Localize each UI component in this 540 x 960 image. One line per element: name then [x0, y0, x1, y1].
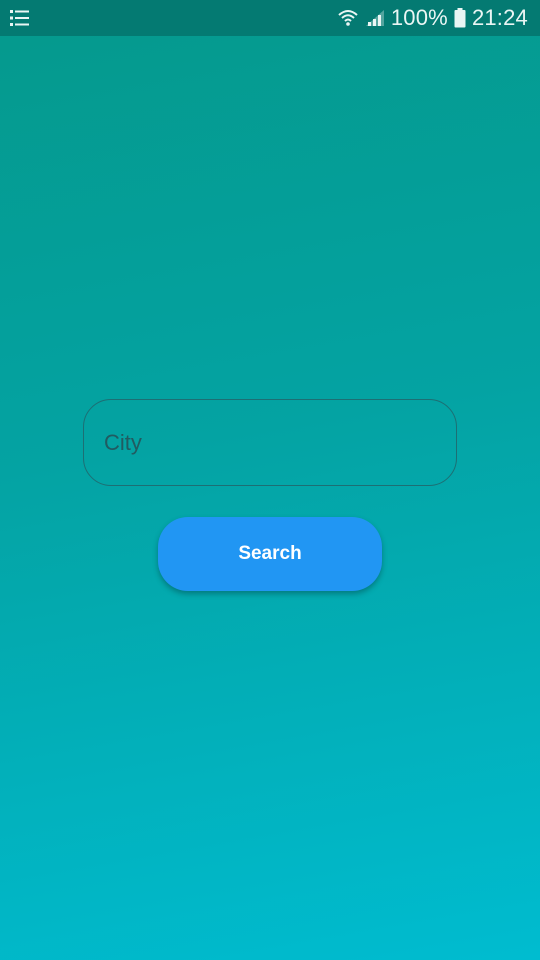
battery-icon [454, 8, 466, 28]
list-icon[interactable] [10, 9, 30, 27]
status-right: 100% 21:24 [337, 5, 528, 31]
status-left [10, 9, 30, 27]
wifi-icon [337, 7, 359, 29]
search-button[interactable]: Search [158, 517, 382, 591]
signal-icon [365, 9, 385, 27]
app-screen: 100% 21:24 Search [0, 0, 540, 960]
clock: 21:24 [471, 5, 528, 30]
city-field[interactable] [83, 399, 457, 486]
status-bar: 100% 21:24 [0, 0, 540, 36]
battery-percent: 100% [390, 5, 448, 30]
city-input[interactable] [102, 428, 438, 457]
